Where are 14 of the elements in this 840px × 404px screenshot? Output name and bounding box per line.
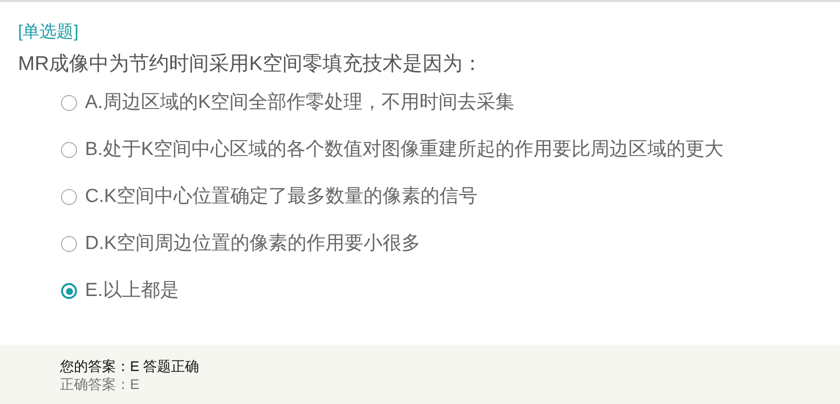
your-answer-text: 您的答案：E 答题正确 — [60, 357, 200, 375]
question-type: [单选题] — [18, 21, 80, 43]
radio-button[interactable] — [61, 95, 77, 111]
radio-button[interactable] — [61, 236, 77, 252]
radio-button[interactable] — [61, 142, 77, 158]
answer-option[interactable]: B.处于K空间中心区域的各个数值对图像重建所起的作用要比周边区域的更大 — [61, 136, 840, 164]
radio-button[interactable] — [61, 189, 77, 205]
correct-answer-text: 正确答案：E — [60, 375, 140, 393]
answer-option[interactable]: A.周边区域的K空间全部作零处理，不用时间去采集 — [61, 89, 840, 117]
answer-option[interactable]: D.K空间周边位置的像素的作用要小很多 — [61, 230, 840, 258]
answer-option[interactable]: E.以上都是 — [61, 277, 840, 305]
answer-option[interactable]: C.K空间中心位置确定了最多数量的像素的信号 — [61, 183, 840, 211]
radio-button[interactable] — [61, 283, 77, 299]
question-text: MR成像中为节约时间采用K空间零填充技术是因为： — [18, 52, 484, 77]
